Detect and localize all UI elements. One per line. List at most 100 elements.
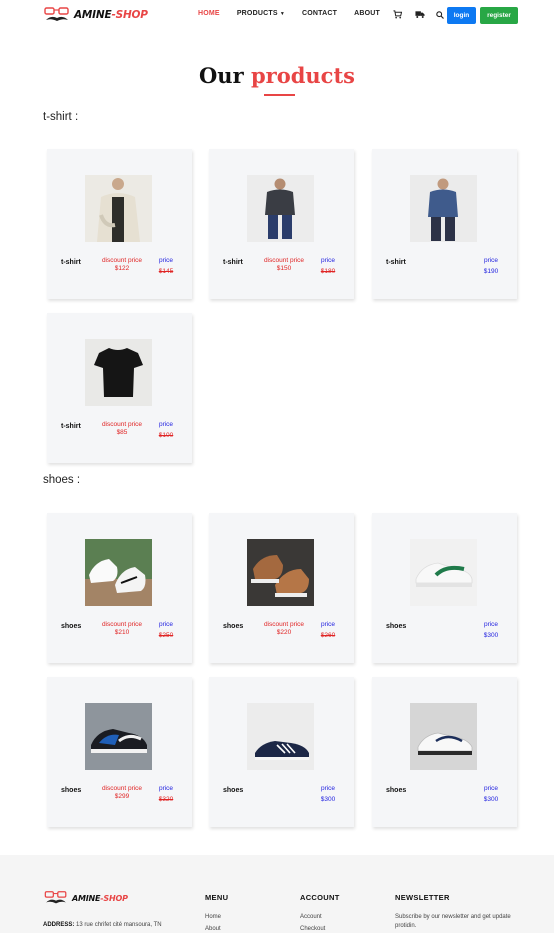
footer-brand-name: AMINE bbox=[72, 893, 101, 903]
price-label: price bbox=[320, 257, 336, 264]
discount-block: discount price $150 bbox=[258, 257, 310, 273]
discount-label: discount price bbox=[101, 785, 143, 792]
old-price: $250 bbox=[158, 632, 174, 639]
product-name: t-shirt bbox=[223, 259, 243, 266]
price-label: price bbox=[483, 257, 499, 264]
price-value: $190 bbox=[483, 268, 499, 275]
page-title-main: Our bbox=[199, 63, 251, 88]
product-image bbox=[85, 703, 152, 770]
nav-home[interactable]: HOME bbox=[198, 10, 220, 17]
old-price: $100 bbox=[158, 432, 174, 439]
footer-menu-title: MENU bbox=[205, 893, 229, 902]
discount-label: discount price bbox=[101, 257, 143, 264]
discount-block: discount price $210 bbox=[96, 621, 148, 637]
product-name: shoes bbox=[61, 787, 82, 794]
price-label: price bbox=[320, 785, 336, 792]
brand-name: AMINE bbox=[74, 9, 112, 21]
product-name: shoes bbox=[386, 623, 407, 630]
discount-value: $210 bbox=[114, 629, 130, 636]
discount-value: $299 bbox=[114, 793, 130, 800]
discount-block: discount price $299 bbox=[96, 785, 148, 801]
product-card[interactable]: t-shirt discount price $150 price $180 bbox=[209, 149, 354, 299]
product-image bbox=[410, 539, 477, 606]
page-title: Our products bbox=[0, 63, 554, 88]
footer-account-title: ACCOUNT bbox=[300, 893, 340, 902]
product-name: shoes bbox=[386, 787, 407, 794]
footer-link-about[interactable]: About bbox=[205, 926, 221, 932]
product-name: shoes bbox=[61, 623, 82, 630]
price-value: $300 bbox=[320, 796, 336, 803]
price-label: price bbox=[158, 621, 174, 628]
product-name: shoes bbox=[223, 623, 244, 630]
brand-logo[interactable]: AMINE-SHOP bbox=[43, 6, 148, 24]
price-label: price bbox=[483, 621, 499, 628]
product-card[interactable]: shoes price $300 bbox=[209, 677, 354, 827]
product-card[interactable]: t-shirt discount price $122 price $145 bbox=[47, 149, 192, 299]
discount-label: discount price bbox=[101, 421, 143, 428]
footer-address: ADDRESS: 13 rue chrifet cité mansoura, T… bbox=[43, 922, 162, 928]
nav-contact[interactable]: CONTACT bbox=[302, 10, 337, 17]
discount-value: $220 bbox=[276, 629, 292, 636]
price-block: price $250 bbox=[151, 621, 181, 640]
product-image bbox=[85, 175, 152, 242]
discount-block: discount price $220 bbox=[258, 621, 310, 637]
old-price: $180 bbox=[320, 268, 336, 275]
truck-icon[interactable] bbox=[415, 10, 425, 19]
section-label-tshirt: t-shirt : bbox=[43, 111, 79, 123]
product-card[interactable]: shoes discount price $220 price $260 bbox=[209, 513, 354, 663]
old-price: $320 bbox=[158, 796, 174, 803]
discount-block: discount price $85 bbox=[96, 421, 148, 437]
title-underline bbox=[264, 94, 295, 96]
discount-block: discount price $122 bbox=[96, 257, 148, 273]
product-card[interactable]: shoes discount price $299 price $320 bbox=[47, 677, 192, 827]
caret-down-icon: ▼ bbox=[279, 11, 286, 17]
price-block: price $180 bbox=[313, 257, 343, 276]
product-name: t-shirt bbox=[61, 259, 81, 266]
product-name: shoes bbox=[223, 787, 244, 794]
product-image bbox=[85, 539, 152, 606]
price-block: price $300 bbox=[476, 785, 506, 804]
product-name: t-shirt bbox=[61, 423, 81, 430]
price-block: price $100 bbox=[151, 421, 181, 440]
discount-label: discount price bbox=[101, 621, 143, 628]
price-block: price $320 bbox=[151, 785, 181, 804]
nav-products-label: PRODUCTS bbox=[236, 10, 278, 17]
brand-name-accent: -SHOP bbox=[111, 9, 148, 21]
price-label: price bbox=[158, 421, 174, 428]
footer-logo[interactable]: AMINE-SHOP bbox=[43, 890, 128, 906]
page-title-accent: products bbox=[250, 63, 355, 88]
login-button[interactable]: login bbox=[447, 7, 476, 24]
product-image bbox=[410, 703, 477, 770]
footer-brand-accent: -SHOP bbox=[100, 893, 128, 903]
search-icon[interactable] bbox=[436, 11, 444, 19]
product-card[interactable]: shoes price $300 bbox=[372, 513, 517, 663]
footer-newsletter-text: Subscribe by our newsletter and get upda… bbox=[395, 914, 511, 929]
footer-link-home[interactable]: Home bbox=[205, 914, 221, 920]
glasses-mustache-icon bbox=[44, 7, 69, 21]
product-card[interactable]: shoes price $300 bbox=[372, 677, 517, 827]
price-label: price bbox=[158, 257, 174, 264]
section-label-shoes: shoes : bbox=[43, 474, 81, 486]
product-image bbox=[410, 175, 477, 242]
product-card[interactable]: t-shirt discount price $85 price $100 bbox=[47, 313, 192, 463]
discount-value: $85 bbox=[116, 429, 128, 436]
nav-about[interactable]: ABOUT bbox=[354, 10, 380, 17]
discount-label: discount price bbox=[263, 621, 305, 628]
footer-link-checkout[interactable]: Checkout bbox=[300, 926, 325, 932]
price-label: price bbox=[320, 621, 336, 628]
price-value: $300 bbox=[483, 796, 499, 803]
footer-newsletter-title: NEWSLETTER bbox=[395, 893, 450, 902]
footer-link-account[interactable]: Account bbox=[300, 914, 322, 920]
cart-icon[interactable] bbox=[393, 10, 402, 19]
price-value: $300 bbox=[483, 632, 499, 639]
price-label: price bbox=[483, 785, 499, 792]
address-text: 13 rue chrifet cité mansoura, TN bbox=[74, 922, 162, 928]
register-button[interactable]: register bbox=[480, 7, 518, 24]
price-block: price $190 bbox=[476, 257, 506, 276]
price-block: price $300 bbox=[313, 785, 343, 804]
product-card[interactable]: t-shirt price $190 bbox=[372, 149, 517, 299]
nav-products[interactable]: PRODUCTS ▼ bbox=[237, 10, 285, 17]
navbar: AMINE-SHOP HOME PRODUCTS ▼ CONTACT ABOUT… bbox=[0, 0, 554, 32]
discount-value: $122 bbox=[114, 265, 130, 272]
product-card[interactable]: shoes discount price $210 price $250 bbox=[47, 513, 192, 663]
